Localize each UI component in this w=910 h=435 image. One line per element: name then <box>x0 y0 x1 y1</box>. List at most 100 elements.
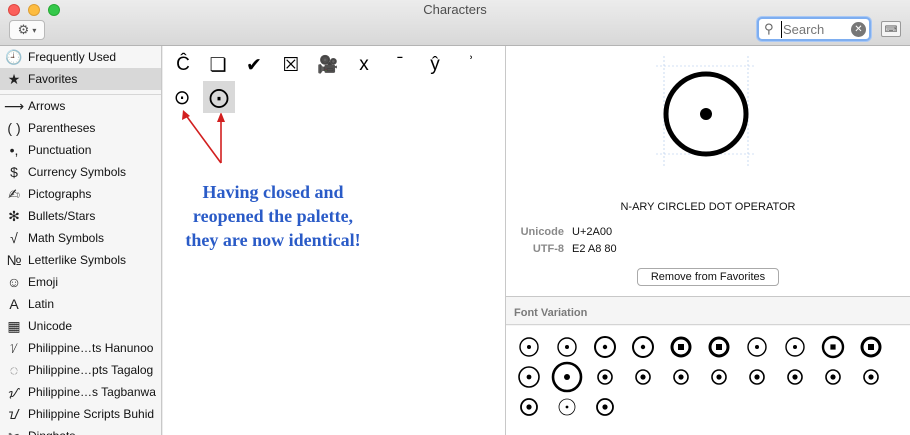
sidebar-item[interactable]: № Letterlike Symbols <box>0 249 161 271</box>
font-variation-title: Font Variation <box>514 307 588 319</box>
utf8-label: UTF-8 <box>532 243 564 255</box>
latin-a-icon: A <box>9 296 19 312</box>
sidebar-item-label: Bullets/Stars <box>28 209 96 223</box>
sidebar-item[interactable]: ᝀ Philippine Scripts Buhid <box>0 403 161 425</box>
character-grid: Having closed and reopened the palette, … <box>163 46 505 435</box>
font-variation-glyph[interactable] <box>853 362 889 392</box>
favorite-character[interactable]: ˉ <box>384 49 416 81</box>
sidebar-item[interactable]: ✻ Bullets/Stars <box>0 205 161 227</box>
unicode-value: U+2A00 <box>572 226 613 238</box>
favorite-character[interactable]: Ĉ <box>167 49 199 81</box>
font-variation-glyph[interactable] <box>663 362 699 392</box>
font-variation-glyph[interactable] <box>739 362 775 392</box>
favorite-character[interactable]: ⨀ <box>203 81 235 113</box>
font-variation-glyph[interactable] <box>625 332 661 362</box>
punctuation-icon: •, <box>9 142 19 158</box>
favorite-character[interactable]: ❏ <box>202 49 234 81</box>
sidebar-item[interactable]: $ Currency Symbols <box>0 161 161 183</box>
sidebar-item[interactable]: ▦ Unicode <box>0 315 161 337</box>
sidebar-item-label: Emoji <box>28 275 59 289</box>
clock-icon: 🕘 <box>5 48 23 65</box>
font-variation-grid <box>506 326 910 435</box>
sidebar-item-label: Philippine…pts Tagalog <box>28 363 154 377</box>
numero-icon: № <box>6 252 22 268</box>
favorite-character[interactable]: ✔ <box>238 49 270 81</box>
font-variation-header: Font Variation <box>506 297 910 325</box>
favorite-character[interactable]: x <box>348 49 380 81</box>
annotation-line: they are now identical! <box>185 230 361 250</box>
glyph-preview <box>656 56 756 166</box>
keyboard-icon: ⌨ <box>884 24 898 34</box>
sidebar-item[interactable]: ✂Dingbats <box>0 425 161 435</box>
clear-search-icon[interactable]: ✕ <box>851 22 866 37</box>
sidebar-item-label: Currency Symbols <box>28 165 127 179</box>
character-detail-panel: N-ARY CIRCLED DOT OPERATOR Unicode U+2A0… <box>506 46 910 296</box>
sidebar-item[interactable]: ✍ Pictographs <box>0 183 161 205</box>
sidebar-item[interactable]: A Latin <box>0 293 161 315</box>
sidebar-item[interactable]: ★ Favorites <box>0 68 161 90</box>
font-variation-glyph[interactable] <box>587 332 623 362</box>
annotation-line: Having closed and <box>202 182 344 202</box>
font-variation-glyph[interactable] <box>777 332 813 362</box>
font-variation-glyph[interactable] <box>853 332 889 362</box>
characters-window: Characters ⚙ ▾ ⚲ ✕ ⌨ 🕘 Frequently Used ★ Fa… <box>0 0 910 435</box>
sidebar-item-label: Philippine Scripts Buhid <box>28 407 155 421</box>
font-variation-glyph[interactable] <box>815 362 851 392</box>
asterisk-icon: ✻ <box>8 207 20 224</box>
sidebar-item[interactable]: √ Math Symbols <box>0 227 161 249</box>
font-variation-glyph[interactable] <box>777 362 813 392</box>
font-variation-glyph[interactable] <box>815 332 851 362</box>
keyboard-viewer-button[interactable]: ⌨ <box>881 21 901 37</box>
sidebar-item[interactable]: •, Punctuation <box>0 139 161 161</box>
font-variation-glyph[interactable] <box>549 392 585 422</box>
sidebar-item-label: Philippine…s Tagbanwa <box>28 385 156 399</box>
arrow-icon: ⟶ <box>3 97 25 114</box>
action-menu-button[interactable]: ⚙ ▾ <box>9 20 45 40</box>
sidebar-item-label: Frequently Used <box>28 50 117 64</box>
arrowhead-2 <box>217 112 225 122</box>
sidebar-item-label: Letterlike Symbols <box>28 253 127 267</box>
sidebar-item[interactable]: ᜀ Philippine…pts Tagalog <box>0 359 161 381</box>
font-variation-glyph[interactable] <box>663 332 699 362</box>
sidebar-item[interactable]: ☺ Emoji <box>0 271 161 293</box>
utf8-value: E2 A8 80 <box>572 243 617 255</box>
font-variation-glyph[interactable] <box>549 332 585 362</box>
sidebar-item[interactable]: ᝠ Philippine…s Tagbanwa <box>0 381 161 403</box>
font-variation-glyph[interactable] <box>511 332 547 362</box>
font-variation-glyph[interactable] <box>511 362 547 392</box>
font-variation-glyph[interactable] <box>587 392 623 422</box>
remove-from-favorites-button[interactable]: Remove from Favorites <box>637 268 779 286</box>
sidebar-item[interactable]: ⟶ Arrows <box>0 95 161 117</box>
font-variation-panel: Font Variation <box>506 297 910 435</box>
font-variation-glyph[interactable] <box>701 332 737 362</box>
sidebar-item[interactable]: ᜠ Philippine…ts Hanunoo <box>0 337 161 359</box>
favorite-character[interactable]: ☒ <box>275 49 307 81</box>
unicode-label: Unicode <box>520 226 564 238</box>
sidebar-item-label: Parentheses <box>28 121 96 135</box>
gear-icon: ⚙ <box>17 22 30 37</box>
font-variation-glyph[interactable] <box>587 362 623 392</box>
font-variation-glyph[interactable] <box>549 361 585 393</box>
pictograph-icon: ✍ <box>8 185 20 202</box>
search-input[interactable] <box>781 21 847 38</box>
favorite-character[interactable]: ⊙ <box>166 81 198 113</box>
hanunoo-icon: ᜠ <box>10 339 18 356</box>
sqrt-icon: √ <box>10 230 18 246</box>
font-variation-glyph[interactable] <box>739 332 775 362</box>
font-variation-glyph[interactable] <box>511 392 547 422</box>
favorite-character[interactable]: 🎥 <box>312 49 344 81</box>
buhid-icon: ᝀ <box>8 405 20 422</box>
favorite-character[interactable]: ʾ <box>455 49 487 81</box>
search-field[interactable]: ⚲ ✕ <box>757 17 871 41</box>
star-icon: ★ <box>7 70 21 87</box>
sidebar-item[interactable]: 🕘 Frequently Used <box>0 46 161 68</box>
sidebar-item-label: Pictographs <box>28 187 92 201</box>
sidebar-item[interactable]: ( ) Parentheses <box>0 117 161 139</box>
font-variation-glyph[interactable] <box>625 362 661 392</box>
category-sidebar: 🕘 Frequently Used ★ Favorites ⟶ Arrows( ) Pare… <box>0 46 162 435</box>
sidebar-item-label: Favorites <box>28 72 78 86</box>
font-variation-glyph[interactable] <box>701 362 737 392</box>
dollar-icon: $ <box>10 164 18 180</box>
favorite-character[interactable]: ŷ <box>419 49 451 81</box>
window-title: Characters <box>423 2 487 17</box>
